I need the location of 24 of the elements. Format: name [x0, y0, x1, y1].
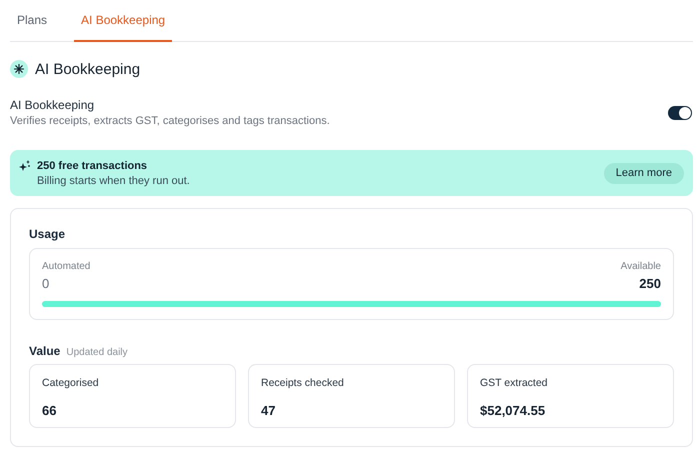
- banner-subtitle: Billing starts when they run out.: [37, 174, 191, 186]
- stat-label: Receipts checked: [261, 377, 345, 389]
- setting-description: Verifies receipts, extracts GST, categorises and tags transactions.: [10, 115, 330, 127]
- stat-value: 66: [42, 403, 58, 418]
- sparkles-icon: [19, 160, 31, 172]
- available-value: 250: [638, 276, 661, 291]
- tab[interactable]: AI Bookkeeping: [74, 0, 172, 42]
- toggle-switch[interactable]: [668, 106, 692, 120]
- section-title: Usage: [29, 227, 66, 241]
- stat-value: $52,074.55: [480, 403, 546, 418]
- banner-title: 250 free transactions: [37, 160, 148, 172]
- setting-title: AI Bookkeeping: [10, 98, 96, 112]
- available-label: Available: [620, 261, 661, 272]
- section-title: Value: [29, 344, 60, 358]
- update-note: Updated daily: [66, 347, 128, 358]
- automated-label: Automated: [42, 261, 90, 272]
- tab[interactable]: Plans: [10, 0, 54, 42]
- stat-label: Categorised: [42, 377, 100, 389]
- stat-label: GST extracted: [480, 377, 549, 389]
- automated-value: 0: [42, 276, 50, 291]
- learn-more-button[interactable]: Learn more: [604, 162, 684, 184]
- sparkle-icon: [10, 60, 28, 78]
- stat-value: 47: [261, 403, 276, 418]
- page-heading: AI Bookkeeping: [35, 60, 140, 78]
